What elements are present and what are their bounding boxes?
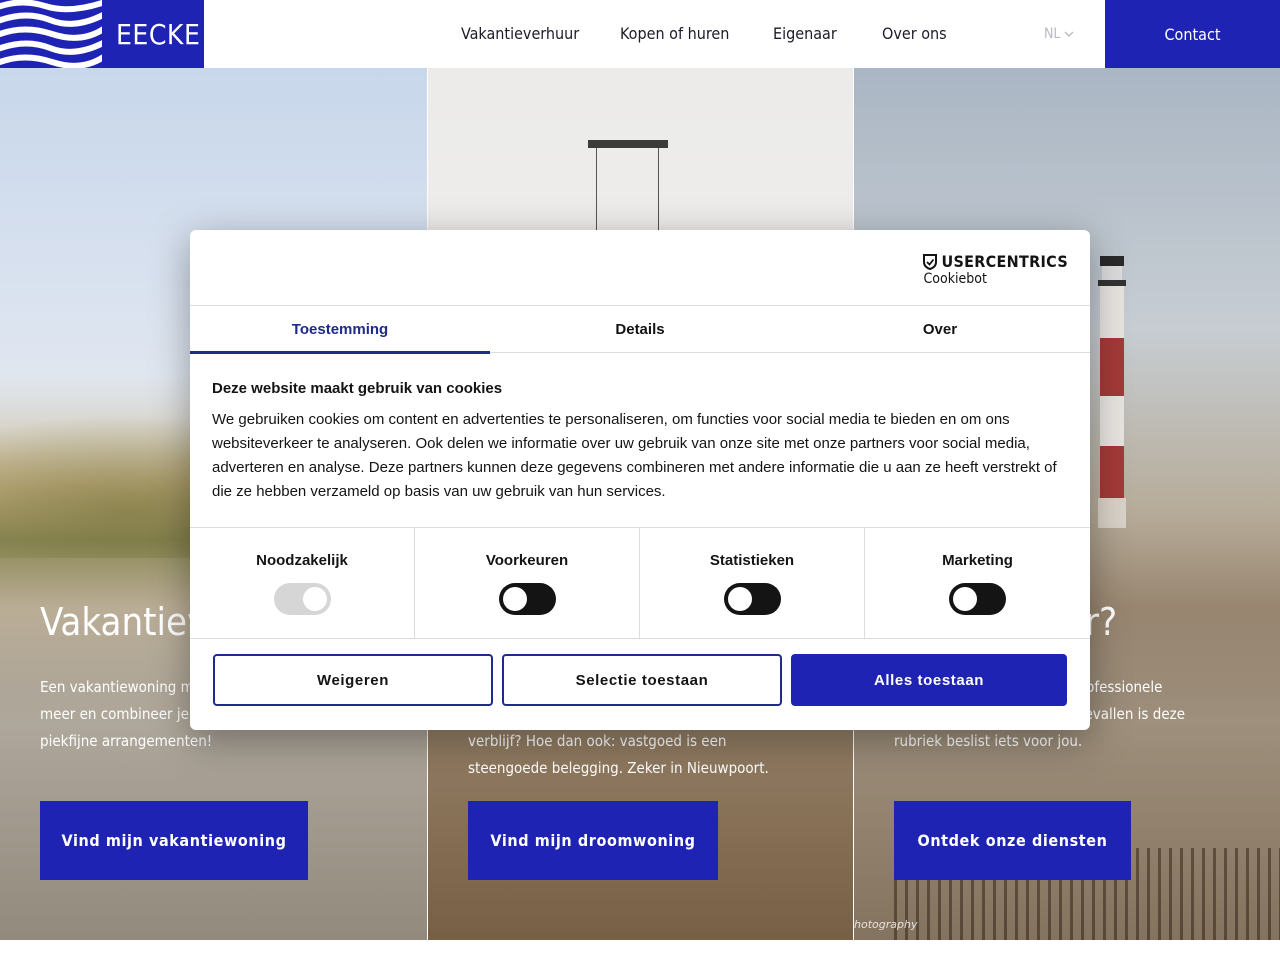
category-label: Voorkeuren — [485, 552, 569, 569]
pendant-lamp-image — [588, 140, 668, 148]
category-label: Noodzakelijk — [256, 552, 348, 569]
photo-credit: hotography — [854, 918, 918, 931]
chevron-down-icon — [1064, 31, 1074, 37]
logo-text: EECKE — [116, 17, 201, 51]
category-marketing: Marketing — [865, 528, 1090, 638]
brand-name: USERCENTRICS — [941, 252, 1068, 271]
lighthouse-image — [1098, 256, 1126, 528]
lamp-wire — [596, 148, 597, 240]
consent-tabs: Toestemming Details Over — [190, 305, 1090, 354]
shield-check-icon — [923, 253, 938, 270]
tab-over[interactable]: Over — [790, 306, 1090, 353]
category-label: Marketing — [942, 552, 1013, 569]
voorkeuren-toggle[interactable] — [498, 583, 556, 615]
deny-button[interactable]: Weigeren — [213, 654, 493, 706]
consent-categories: Noodzakelijk Voorkeuren Statistieken Mar… — [190, 527, 1090, 639]
category-statistieken: Statistieken — [640, 528, 865, 638]
nav-item-over-ons[interactable]: Over ons — [882, 24, 947, 43]
contact-button[interactable]: Contact — [1105, 0, 1280, 68]
language-label: NL — [1044, 26, 1061, 42]
category-noodzakelijk: Noodzakelijk — [190, 528, 415, 638]
discover-services-button[interactable]: Ontdek onze diensten — [894, 801, 1131, 880]
consent-actions: Weigeren Selectie toestaan Alles toestaa… — [213, 654, 1067, 706]
site-header: EECKE Vakantieverhuur Kopen of huren Eig… — [0, 0, 1280, 68]
tab-toestemming[interactable]: Toestemming — [190, 306, 490, 354]
cookiebot-brand: USERCENTRICS Cookiebot — [923, 252, 1068, 287]
site-logo[interactable]: EECKE — [0, 0, 204, 68]
category-label: Statistieken — [709, 552, 795, 569]
language-selector[interactable]: NL — [1044, 26, 1074, 42]
tab-details[interactable]: Details — [490, 306, 790, 353]
consent-heading: Deze website maakt gebruik van cookies — [212, 380, 503, 397]
lamp-wire — [658, 148, 659, 240]
consent-description: We gebruiken cookies om content en adver… — [212, 411, 1057, 500]
allow-selection-button[interactable]: Selectie toestaan — [502, 654, 782, 706]
nav-item-kopen-of-huren[interactable]: Kopen of huren — [620, 24, 729, 43]
nav-item-eigenaar[interactable]: Eigenaar — [773, 24, 837, 43]
noodzakelijk-toggle — [273, 583, 331, 615]
brand-sub: Cookiebot — [923, 271, 987, 287]
find-holiday-home-button[interactable]: Vind mijn vakantiewoning — [40, 801, 308, 880]
cookie-consent-dialog: USERCENTRICS Cookiebot Toestemming Detai… — [190, 230, 1090, 730]
marketing-toggle[interactable] — [949, 583, 1006, 615]
find-dream-home-button[interactable]: Vind mijn droomwoning — [468, 801, 718, 880]
nav-item-vakantieverhuur[interactable]: Vakantieverhuur — [461, 24, 579, 43]
statistieken-toggle[interactable] — [723, 583, 781, 615]
allow-all-button[interactable]: Alles toestaan — [791, 654, 1067, 706]
category-voorkeuren: Voorkeuren — [415, 528, 640, 638]
panel-text: verblijf? Hoe dan ook: vastgoed is een s… — [468, 732, 769, 777]
wave-logo-icon — [0, 0, 102, 68]
brand-top: USERCENTRICS — [923, 252, 1068, 271]
